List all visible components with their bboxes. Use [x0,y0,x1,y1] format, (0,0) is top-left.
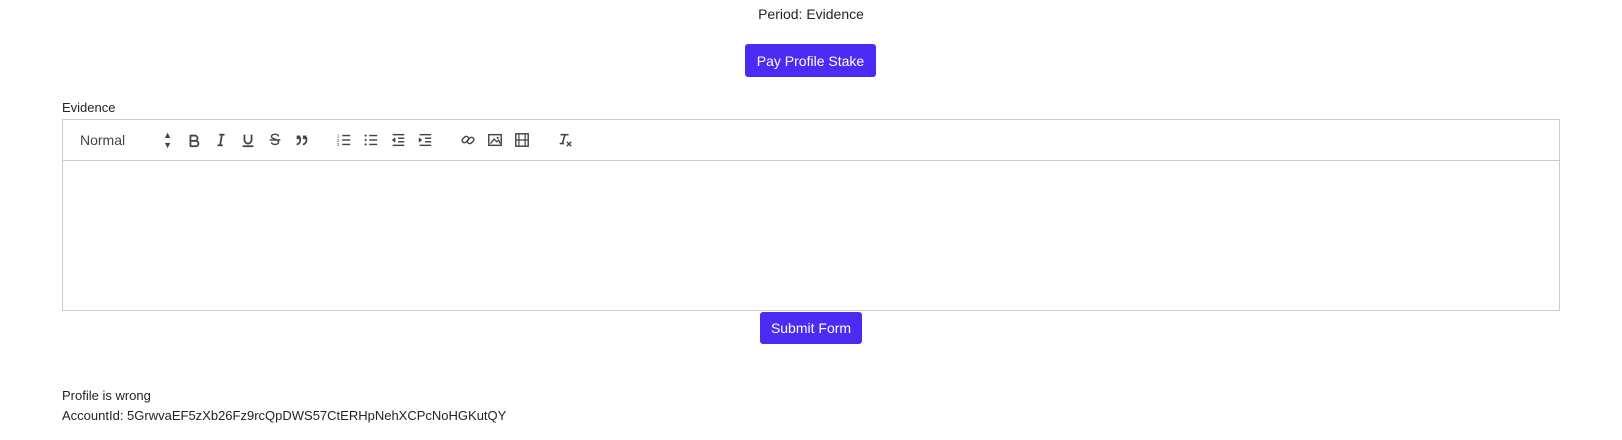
svg-text:3: 3 [337,142,340,147]
image-icon[interactable] [485,130,505,150]
profile-status-text: Profile is wrong [62,388,151,403]
period-label: Period: Evidence [758,6,864,22]
editor-toolbar: Normal ▲ ▼ 1 2 3 [63,120,1559,161]
pay-profile-stake-button[interactable]: Pay Profile Stake [745,44,876,77]
format-select[interactable]: Normal ▲ ▼ [80,130,172,150]
strikethrough-icon[interactable] [265,130,285,150]
profile-info: Profile is wrong AccountId: 5GrwvaEF5zXb… [62,386,506,426]
italic-icon[interactable] [211,130,231,150]
evidence-label: Evidence [62,100,116,115]
blockquote-icon[interactable] [292,130,312,150]
rich-text-editor: Normal ▲ ▼ 1 2 3 [62,119,1560,311]
indent-icon[interactable] [415,130,435,150]
bold-icon[interactable] [184,130,204,150]
account-id-text: AccountId: 5GrwvaEF5zXb26Fz9rcQpDWS57CtE… [62,408,507,423]
submit-form-button[interactable]: Submit Form [760,312,862,344]
clear-format-icon[interactable] [555,130,575,150]
underline-icon[interactable] [238,130,258,150]
select-caret-icon: ▲ ▼ [163,130,172,150]
page: Period: Evidence Pay Profile Stake Evide… [0,0,1622,440]
outdent-icon[interactable] [388,130,408,150]
bullet-list-icon[interactable] [361,130,381,150]
ordered-list-icon[interactable]: 123 [334,130,354,150]
video-icon[interactable] [512,130,532,150]
format-select-value: Normal [80,132,126,148]
editor-content-area[interactable] [63,161,1559,310]
link-icon[interactable] [458,130,478,150]
